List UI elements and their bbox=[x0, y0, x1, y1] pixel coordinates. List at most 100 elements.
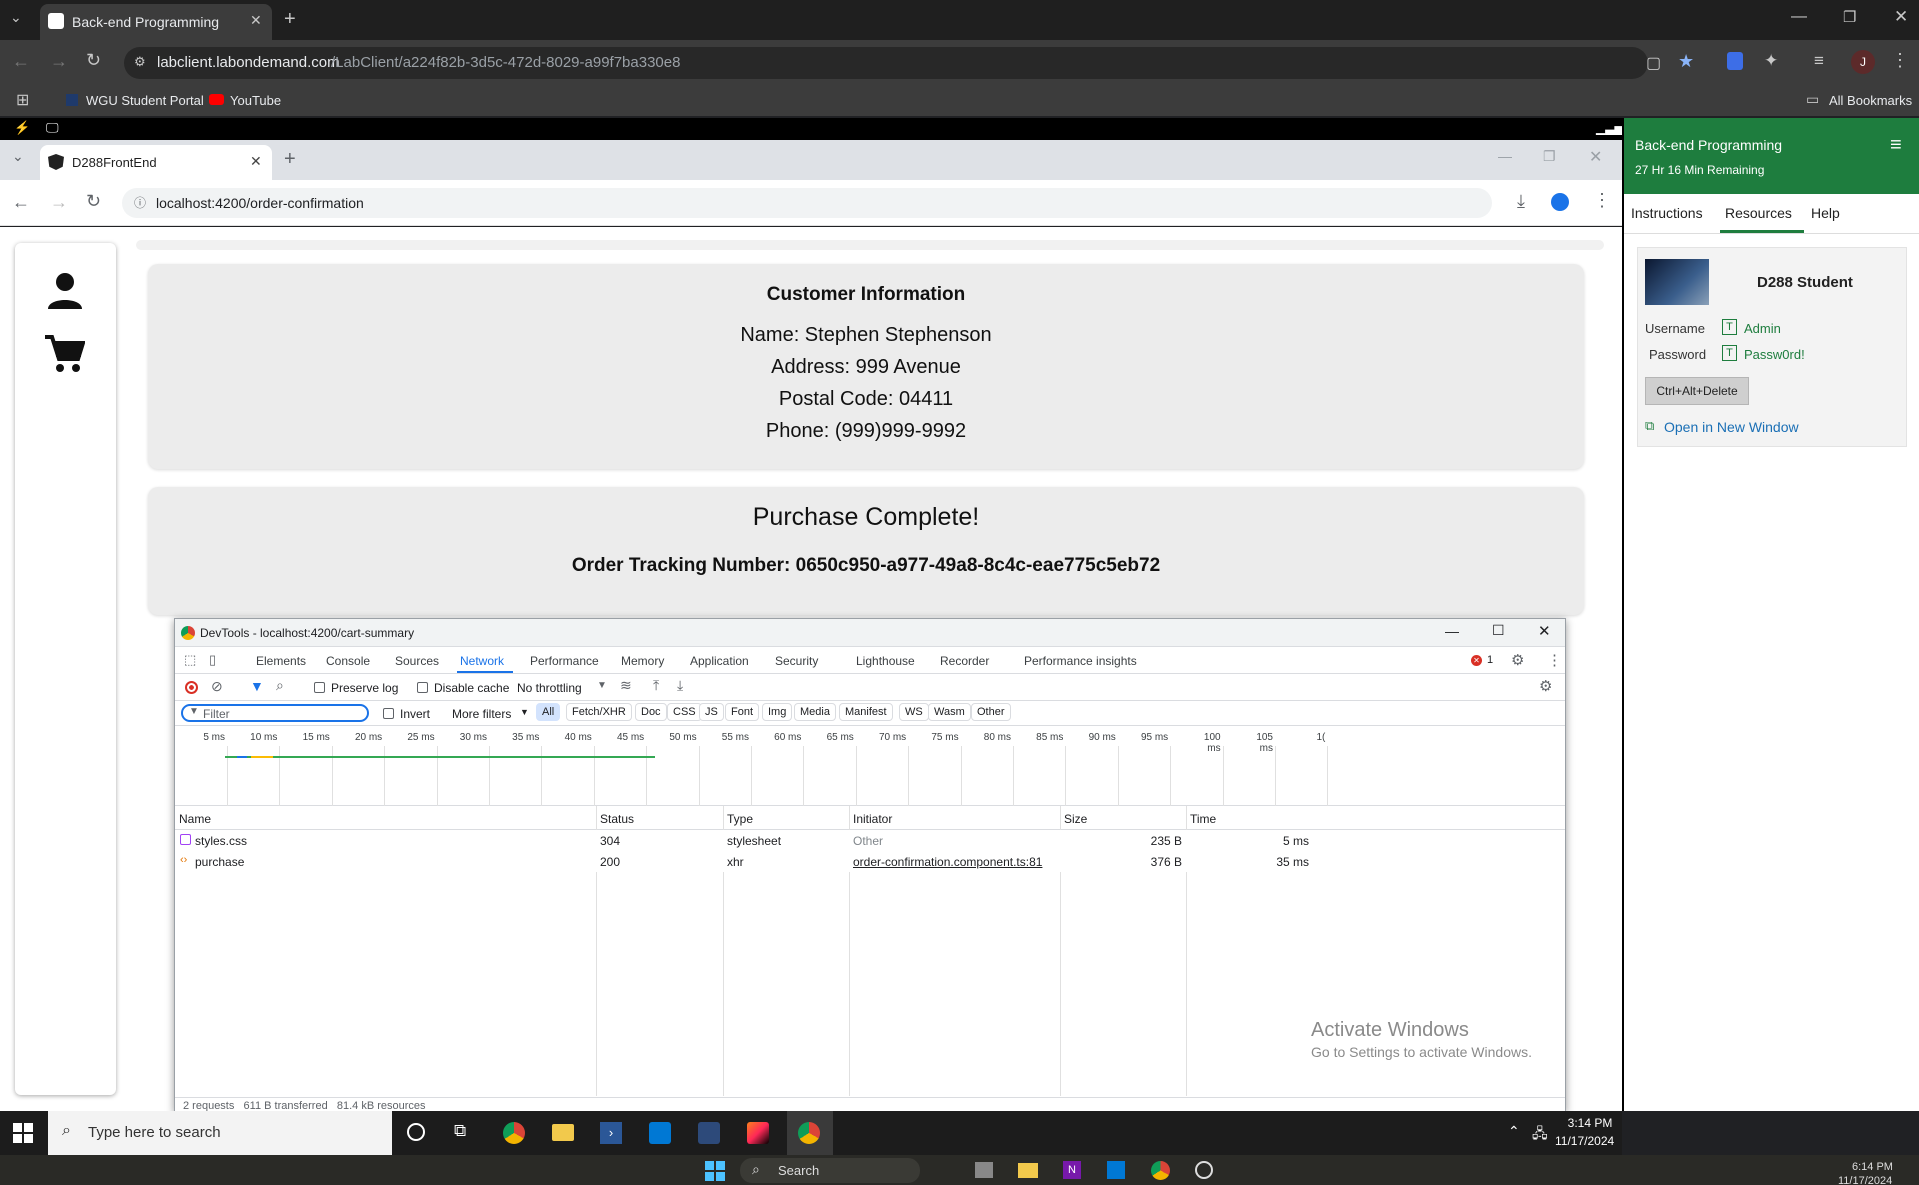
restore-icon[interactable]: ❐ bbox=[1843, 8, 1856, 26]
inner-new-tab-icon[interactable]: + bbox=[284, 148, 296, 171]
media-control-icon[interactable]: ≡ bbox=[1814, 51, 1824, 71]
tab-application[interactable]: Application bbox=[690, 654, 749, 668]
close-tab-icon[interactable]: ✕ bbox=[250, 12, 262, 29]
powershell-icon[interactable]: › bbox=[600, 1122, 622, 1144]
outer-tab-backend[interactable]: Back-end Programming ✕ bbox=[40, 4, 272, 40]
preserve-log-checkbox[interactable] bbox=[314, 682, 325, 693]
devtools-close-icon[interactable]: ✕ bbox=[1538, 622, 1551, 640]
close-window-icon[interactable]: ✕ bbox=[1894, 7, 1908, 27]
clear-icon[interactable]: ⊘ bbox=[211, 678, 223, 695]
chip-media[interactable]: Media bbox=[794, 703, 836, 721]
error-count[interactable]: 1 bbox=[1487, 654, 1493, 666]
devtools-menu-icon[interactable]: ⋮ bbox=[1547, 651, 1562, 669]
tab-sources[interactable]: Sources bbox=[395, 654, 439, 668]
tab-lighthouse[interactable]: Lighthouse bbox=[856, 654, 915, 668]
nav-help[interactable]: Help bbox=[1811, 205, 1840, 221]
bookmark-wgu[interactable]: WGU Student Portal bbox=[86, 93, 204, 108]
network-tray-icon[interactable]: 🖧 bbox=[1532, 1123, 1548, 1147]
table-row[interactable]: styles.css 304 stylesheet Other 235 B 5 … bbox=[175, 830, 1565, 851]
record-icon[interactable] bbox=[185, 681, 198, 694]
start-windows-icon[interactable] bbox=[13, 1123, 33, 1143]
filter-toggle-icon[interactable]: ▼ bbox=[250, 678, 264, 694]
new-tab-icon[interactable]: + bbox=[284, 8, 296, 31]
inner-restore-icon[interactable]: ❐ bbox=[1543, 148, 1556, 165]
invert-checkbox[interactable] bbox=[383, 708, 394, 719]
tab-security[interactable]: Security bbox=[775, 654, 818, 668]
lightning-icon[interactable]: ⚡ bbox=[14, 120, 30, 136]
nav-resources[interactable]: Resources bbox=[1725, 205, 1792, 221]
disable-cache-checkbox[interactable] bbox=[417, 682, 428, 693]
taskbar-date[interactable]: 11/17/2024 bbox=[1555, 1134, 1614, 1148]
monitor-icon[interactable]: 🖵 bbox=[46, 120, 59, 136]
host-app-icon[interactable] bbox=[975, 1162, 993, 1178]
filter-input[interactable]: ▼ Filter bbox=[181, 704, 369, 722]
mysql-workbench-icon[interactable] bbox=[698, 1122, 720, 1144]
row-initiator-link[interactable]: order-confirmation.component.ts:81 bbox=[853, 855, 1042, 869]
col-type[interactable]: Type bbox=[727, 812, 753, 826]
chip-manifest[interactable]: Manifest bbox=[839, 703, 893, 721]
extensions-icon[interactable]: ✦ bbox=[1764, 51, 1778, 71]
inspect-element-icon[interactable]: ⬚ bbox=[184, 652, 196, 668]
network-settings-icon[interactable]: ⚙ bbox=[1539, 677, 1552, 695]
tab-share-icon[interactable]: ▢ bbox=[1646, 53, 1661, 73]
inner-tab-d288[interactable]: D288FrontEnd ✕ bbox=[40, 145, 272, 180]
open-new-window-icon[interactable]: ⧉ bbox=[1645, 418, 1654, 434]
password-value[interactable]: Passw0rd! bbox=[1744, 347, 1805, 362]
network-conditions-icon[interactable]: ≋ bbox=[620, 677, 632, 694]
col-name[interactable]: Name bbox=[179, 812, 211, 826]
device-toolbar-icon[interactable]: ▯ bbox=[209, 652, 216, 668]
inner-back-icon[interactable]: ← bbox=[12, 192, 30, 213]
host-chrome-icon[interactable] bbox=[1151, 1161, 1170, 1180]
ctrl-alt-delete-button[interactable]: Ctrl+Alt+Delete bbox=[1645, 377, 1749, 405]
chrome-taskbar-icon[interactable] bbox=[503, 1122, 525, 1144]
forward-icon[interactable]: → bbox=[50, 51, 68, 72]
host-start-icon[interactable] bbox=[705, 1161, 725, 1181]
inner-reload-icon[interactable]: ↻ bbox=[86, 191, 101, 212]
tab-search-chevron-icon[interactable]: ⌄ bbox=[10, 9, 22, 26]
host-search-box[interactable]: ⌕ Search bbox=[740, 1158, 920, 1183]
reload-icon[interactable]: ↻ bbox=[86, 50, 101, 71]
tab-recorder[interactable]: Recorder bbox=[940, 654, 989, 668]
shopping-cart-icon[interactable] bbox=[43, 333, 85, 375]
import-har-icon[interactable]: ⤒ bbox=[653, 677, 659, 694]
file-explorer-icon[interactable] bbox=[552, 1124, 574, 1141]
tab-console[interactable]: Console bbox=[326, 654, 370, 668]
throttling-dropdown-icon[interactable]: ▼ bbox=[597, 680, 607, 691]
open-new-window-link[interactable]: Open in New Window bbox=[1664, 419, 1799, 435]
chip-css[interactable]: CSS bbox=[667, 703, 702, 721]
apps-grid-icon[interactable]: ⊞ bbox=[16, 90, 29, 110]
export-har-icon[interactable]: ⤓ bbox=[677, 677, 683, 694]
chip-img[interactable]: Img bbox=[762, 703, 793, 721]
inner-info-icon[interactable]: ⓘ bbox=[134, 194, 146, 211]
chip-wasm[interactable]: Wasm bbox=[928, 703, 971, 721]
inner-tab-search-icon[interactable]: ⌄ bbox=[12, 148, 24, 165]
throttling-select[interactable]: No throttling bbox=[517, 681, 582, 695]
back-icon[interactable]: ← bbox=[12, 51, 30, 72]
taskbar-search-box[interactable]: ⌕ Type here to search bbox=[48, 1111, 392, 1155]
inner-close-tab-icon[interactable]: ✕ bbox=[250, 153, 262, 170]
bitwarden-extension-icon[interactable] bbox=[1727, 52, 1743, 70]
more-filters[interactable]: More filters bbox=[452, 707, 511, 721]
onenote-icon[interactable]: N bbox=[1063, 1161, 1081, 1179]
devtools-maximize-icon[interactable]: ☐ bbox=[1492, 622, 1505, 639]
profile-avatar[interactable]: J bbox=[1851, 50, 1875, 74]
taskbar-time[interactable]: 3:14 PM bbox=[1562, 1116, 1618, 1130]
chip-other[interactable]: Other bbox=[971, 703, 1011, 721]
tray-chevron-icon[interactable]: ⌃ bbox=[1508, 1123, 1520, 1140]
bookmark-star-icon[interactable]: ★ bbox=[1678, 51, 1694, 72]
inner-menu-icon[interactable]: ⋮ bbox=[1593, 190, 1611, 211]
tab-network[interactable]: Network bbox=[460, 654, 504, 668]
minimize-icon[interactable]: — bbox=[1791, 8, 1807, 26]
lab-menu-icon[interactable]: ≡ bbox=[1890, 134, 1902, 157]
devtools-minimize-icon[interactable]: — bbox=[1445, 623, 1459, 639]
task-view-icon[interactable]: ⧉ bbox=[454, 1121, 466, 1141]
error-icon[interactable]: ✕ bbox=[1471, 655, 1482, 666]
nav-instructions[interactable]: Instructions bbox=[1631, 205, 1703, 221]
username-value[interactable]: Admin bbox=[1744, 321, 1781, 336]
inner-close-window-icon[interactable]: ✕ bbox=[1589, 147, 1602, 167]
host-time[interactable]: 6:14 PM bbox=[1852, 1161, 1893, 1173]
type-text-icon[interactable]: T bbox=[1722, 345, 1737, 361]
col-size[interactable]: Size bbox=[1064, 812, 1087, 826]
tab-performance[interactable]: Performance bbox=[530, 654, 599, 668]
chrome-menu-icon[interactable]: ⋮ bbox=[1891, 50, 1909, 71]
